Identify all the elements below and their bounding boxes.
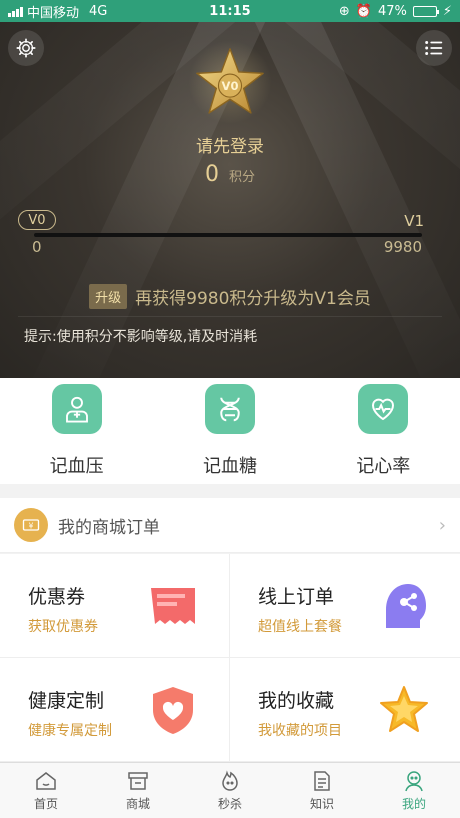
points-tip: 提示:使用积分不影响等级,请及时消耗 (24, 329, 258, 345)
svg-text:¥: ¥ (29, 521, 34, 530)
tab-flash-sale[interactable]: 秒杀 (184, 763, 276, 818)
rotation-lock-icon: ⊕ (338, 3, 350, 19)
level-medal: V0 (188, 40, 272, 124)
signal-icon (8, 6, 23, 17)
tab-profile-label: 我的 (401, 797, 426, 811)
record-blood-sugar[interactable]: 记血糖 (153, 378, 306, 484)
current-level-badge: V0 (18, 210, 56, 230)
carrier-name: 中国移动 (27, 5, 80, 21)
bottom-tab-bar: 首页 商城 秒杀 知识 我的 (0, 762, 460, 818)
doctor-icon (51, 384, 102, 434)
favorites-subtitle: 我收藏的项目 (258, 723, 342, 739)
health-custom-title: 健康定制 (28, 690, 105, 712)
mall-orders-row[interactable]: ¥ 我的商城订单 › (0, 498, 460, 553)
tab-knowledge-label: 知识 (309, 797, 334, 811)
alarm-icon: ⏰ (355, 3, 372, 19)
coupon-card[interactable]: 优惠券 获取优惠券 (0, 554, 230, 658)
tab-home-label: 首页 (33, 797, 58, 811)
profile-icon (405, 771, 423, 792)
record-heart-rate-label: 记心率 (356, 456, 411, 477)
mall-orders-title: 我的商城订单 (58, 517, 160, 538)
list-icon (425, 41, 443, 55)
next-level-label: V1 (404, 212, 424, 230)
progress-max: 9980 (383, 238, 422, 256)
coupon-title: 优惠券 (28, 586, 86, 608)
record-heart-rate[interactable]: 记心率 (307, 378, 460, 484)
tab-shop[interactable]: 商城 (92, 763, 184, 818)
gear-icon (16, 38, 36, 58)
progress-min: 0 (32, 238, 42, 256)
points-value: 0 (204, 162, 219, 187)
flame-icon (222, 770, 238, 791)
upgrade-tag: 升级 (89, 284, 128, 309)
tab-shop-label: 商城 (125, 797, 150, 811)
login-prompt[interactable]: 请先登录 (0, 132, 460, 157)
online-order-subtitle: 超值线上套餐 (258, 619, 342, 635)
quick-records: 记血压 记血糖 记心率 (0, 378, 460, 484)
status-bar: 中国移动 4G 11:15 ⊕ ⏰ 47% ⚡ (0, 0, 460, 22)
favorites-card[interactable]: 我的收藏 我收藏的项目 (230, 658, 460, 762)
online-order-icon (386, 584, 426, 628)
tab-home[interactable]: 首页 (0, 763, 92, 818)
feature-grid: 优惠券 获取优惠券 线上订单 超值线上套餐 健康定制 健康专属定制 我的收藏 我… (0, 554, 460, 762)
battery-icon (412, 5, 439, 17)
record-blood-pressure-label: 记血压 (49, 456, 104, 477)
ticket-icon: ¥ (14, 508, 48, 542)
dna-icon (204, 384, 255, 434)
chevron-right-icon: › (438, 514, 446, 536)
star-medal-icon: V0 (196, 48, 264, 114)
health-custom-card[interactable]: 健康定制 健康专属定制 (0, 658, 230, 762)
record-blood-pressure[interactable]: 记血压 (0, 378, 153, 484)
health-custom-subtitle: 健康专属定制 (28, 723, 112, 739)
points-unit: 积分 (228, 170, 255, 185)
settings-button[interactable] (8, 30, 44, 66)
record-blood-sugar-label: 记血糖 (202, 456, 257, 477)
star-icon (380, 686, 428, 732)
favorites-title: 我的收藏 (258, 690, 335, 712)
medal-level-text: V0 (222, 79, 239, 93)
level-progress-bar (34, 233, 422, 237)
points-display: 0 积分 (0, 162, 460, 187)
online-order-card[interactable]: 线上订单 超值线上套餐 (230, 554, 460, 658)
battery-percent: 47% (377, 3, 407, 19)
document-icon (314, 771, 330, 791)
shop-icon (128, 772, 148, 790)
network-type: 4G (89, 3, 108, 19)
heart-rate-icon (358, 384, 409, 434)
shield-heart-icon (153, 687, 193, 734)
online-order-title: 线上订单 (258, 586, 335, 608)
member-hero: V0 请先登录 0 积分 V0 V1 0 9980 升级 再获得9980积分升级为… (0, 22, 460, 378)
coupon-icon (151, 588, 195, 624)
coupon-subtitle: 获取优惠券 (28, 619, 98, 635)
tab-knowledge[interactable]: 知识 (276, 763, 368, 818)
tab-profile[interactable]: 我的 (368, 763, 460, 818)
upgrade-info: 升级 再获得9980积分升级为V1会员 (0, 284, 460, 309)
tab-flash-sale-label: 秒杀 (217, 797, 242, 811)
charging-icon: ⚡ (442, 3, 452, 19)
home-icon (36, 772, 56, 790)
menu-button[interactable] (416, 30, 452, 66)
upgrade-text: 再获得9980积分升级为V1会员 (135, 289, 371, 309)
